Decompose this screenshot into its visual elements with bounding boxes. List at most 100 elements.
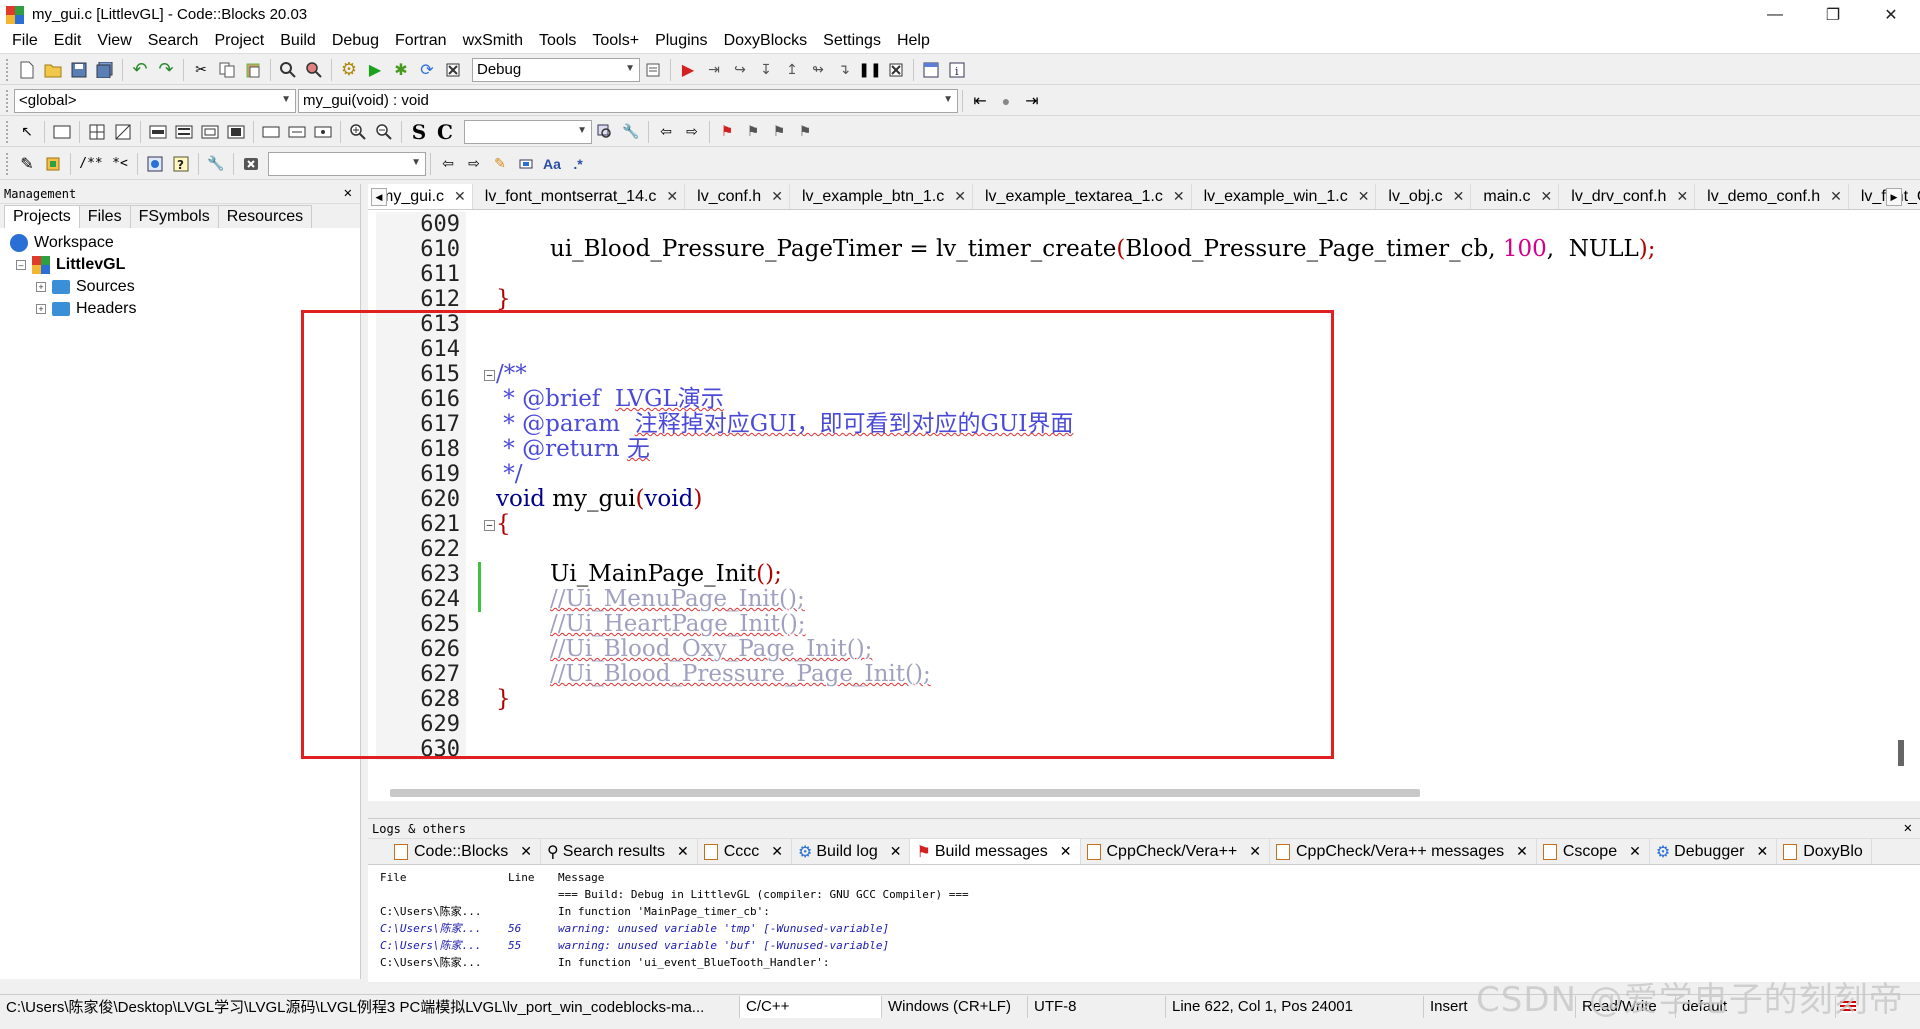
close-icon[interactable]: ✕ xyxy=(890,843,902,860)
close-icon[interactable]: ✕ xyxy=(677,843,689,860)
bookmark-clear-icon[interactable]: ⚑ xyxy=(793,120,817,144)
symbol-find-icon[interactable] xyxy=(593,120,617,144)
find-icon[interactable] xyxy=(276,58,300,82)
menu-view[interactable]: View xyxy=(89,32,139,50)
tab-lv-example-textarea[interactable]: lv_example_textarea_1.c ✕ xyxy=(973,184,1192,209)
chm-help-icon[interactable]: ? xyxy=(169,152,193,176)
expand-icon[interactable]: + xyxy=(36,282,46,292)
run-to-cursor-icon[interactable]: ⇥ xyxy=(702,58,726,82)
symbol-search-select[interactable]: ▼ xyxy=(464,119,592,144)
menu-help[interactable]: Help xyxy=(889,32,938,50)
save-icon[interactable] xyxy=(67,58,91,82)
tab-lv-demo-conf[interactable]: lv_demo_conf.h ✕ xyxy=(1695,184,1849,209)
target-options-icon[interactable] xyxy=(641,58,665,82)
minimize-button[interactable]: — xyxy=(1746,0,1804,29)
menu-debug[interactable]: Debug xyxy=(324,32,387,50)
copy-icon[interactable] xyxy=(215,58,239,82)
table-row[interactable]: C:\Users\陈家... In function 'ui_event_Blue… xyxy=(380,954,1920,971)
frame-icon[interactable] xyxy=(50,120,74,144)
undo-icon[interactable]: ↶ xyxy=(128,58,152,82)
close-icon[interactable]: ✕ xyxy=(771,843,783,860)
horizontal-scrollbar[interactable] xyxy=(390,789,1420,797)
step-into-instruction-icon[interactable]: ↴ xyxy=(832,58,856,82)
jump-back-icon[interactable]: ⇤ xyxy=(968,89,992,113)
tab-lv-obj[interactable]: lv_obj.c ✕ xyxy=(1376,184,1472,209)
layout-split-icon[interactable] xyxy=(111,120,135,144)
close-icon[interactable]: ✕ xyxy=(1629,843,1641,860)
align-fill-icon[interactable] xyxy=(224,120,248,144)
zoom-out-icon[interactable] xyxy=(372,120,396,144)
scope-select[interactable]: <global> ▼ xyxy=(14,88,296,113)
tab-lv-drv-conf[interactable]: lv_drv_conf.h ✕ xyxy=(1559,184,1696,209)
menu-fortran[interactable]: Fortran xyxy=(387,32,455,50)
tab-lv-example-btn[interactable]: lv_example_btn_1.c ✕ xyxy=(790,184,973,209)
menu-tools-plus[interactable]: Tools+ xyxy=(584,32,647,50)
tab-main-c[interactable]: main.c ✕ xyxy=(1471,184,1560,209)
build-target-select[interactable]: Debug ▼ xyxy=(472,57,640,82)
close-button[interactable]: ✕ xyxy=(1862,0,1920,29)
close-icon[interactable]: ✕ xyxy=(954,188,966,205)
align-center-icon[interactable] xyxy=(172,120,196,144)
doxy-config-icon[interactable]: 🔧 xyxy=(204,152,228,176)
tab-lv-conf[interactable]: lv_conf.h ✕ xyxy=(685,184,790,209)
button-widget-icon[interactable] xyxy=(259,120,283,144)
bookmark-next-icon[interactable]: ⚑ xyxy=(767,120,791,144)
menu-doxyblocks[interactable]: DoxyBlocks xyxy=(716,32,816,50)
cut-icon[interactable]: ✂ xyxy=(189,58,213,82)
menu-tools[interactable]: Tools xyxy=(531,32,584,50)
menu-edit[interactable]: Edit xyxy=(46,32,90,50)
block-comment-icon[interactable]: /** xyxy=(76,152,106,176)
clear-search-icon[interactable] xyxy=(239,152,263,176)
new-file-icon[interactable] xyxy=(15,58,39,82)
tab-lv-font-montserrat[interactable]: lv_font_montserrat_14.c ✕ xyxy=(473,184,686,209)
regex-icon[interactable]: .* xyxy=(566,152,590,176)
text-widget-icon[interactable] xyxy=(285,120,309,144)
build-and-run-icon[interactable]: ✱ xyxy=(389,58,413,82)
html-docs-icon[interactable] xyxy=(143,152,167,176)
tab-cppcheck-messages[interactable]: CppCheck/Vera++ messages ✕ xyxy=(1270,839,1537,864)
debug-info-icon[interactable]: i xyxy=(945,58,969,82)
highlight-icon[interactable]: ✎ xyxy=(488,152,512,176)
table-row[interactable]: C:\Users\陈家... In function 'MainPage_time… xyxy=(380,903,1920,920)
zoom-in-icon[interactable] xyxy=(346,120,370,144)
close-icon[interactable]: ✕ xyxy=(666,188,678,205)
replace-icon[interactable] xyxy=(302,58,326,82)
close-icon[interactable]: ✕ xyxy=(1453,188,1465,205)
tree-sources[interactable]: + Sources xyxy=(10,276,360,298)
menu-wxsmith[interactable]: wxSmith xyxy=(455,32,531,50)
tab-build-log[interactable]: ⚙ Build log ✕ xyxy=(792,839,911,864)
doxywizard-icon[interactable]: ✎ xyxy=(15,152,39,176)
step-out-icon[interactable]: ↥ xyxy=(780,58,804,82)
close-icon[interactable]: ✕ xyxy=(520,843,532,860)
close-icon[interactable]: ✕ xyxy=(1173,188,1185,205)
function-select[interactable]: my_gui(void) : void ▼ xyxy=(298,88,958,113)
next-instruction-icon[interactable]: ↬ xyxy=(806,58,830,82)
menu-project[interactable]: Project xyxy=(206,32,272,50)
tab-resources[interactable]: Resources xyxy=(217,205,313,228)
close-icon[interactable]: ✕ xyxy=(1756,843,1768,860)
open-file-icon[interactable] xyxy=(41,58,65,82)
bookmark-prev-icon[interactable]: ⚑ xyxy=(741,120,765,144)
tab-cppcheck[interactable]: CppCheck/Vera++ ✕ xyxy=(1081,839,1270,864)
table-row[interactable]: === Build: Debug in LittlevGL (compiler:… xyxy=(380,886,1920,903)
class-mode-icon[interactable]: C xyxy=(433,120,457,144)
tab-cccc[interactable]: Cccc ✕ xyxy=(698,839,793,864)
close-icon[interactable]: ✕ xyxy=(771,188,783,205)
tree-workspace[interactable]: Workspace xyxy=(10,232,360,254)
jump-home-icon[interactable]: ● xyxy=(994,89,1018,113)
tab-build-messages[interactable]: ⚑ Build messages ✕ xyxy=(910,839,1081,864)
match-case-icon[interactable]: Aa xyxy=(540,152,564,176)
menu-build[interactable]: Build xyxy=(272,32,324,50)
search-next-icon[interactable]: ⇨ xyxy=(462,152,486,176)
menu-plugins[interactable]: Plugins xyxy=(647,32,715,50)
redo-icon[interactable]: ↷ xyxy=(154,58,178,82)
align-right-icon[interactable] xyxy=(198,120,222,144)
tab-files[interactable]: Files xyxy=(78,205,131,228)
close-icon[interactable]: ✕ xyxy=(454,188,466,205)
collapse-icon[interactable]: – xyxy=(16,260,26,270)
stop-debugger-icon[interactable] xyxy=(884,58,908,82)
close-icon[interactable]: ✕ xyxy=(1516,843,1528,860)
rebuild-icon[interactable]: ⟳ xyxy=(415,58,439,82)
search-prev-icon[interactable]: ⇦ xyxy=(436,152,460,176)
close-icon[interactable]: ✕ xyxy=(1060,843,1072,860)
